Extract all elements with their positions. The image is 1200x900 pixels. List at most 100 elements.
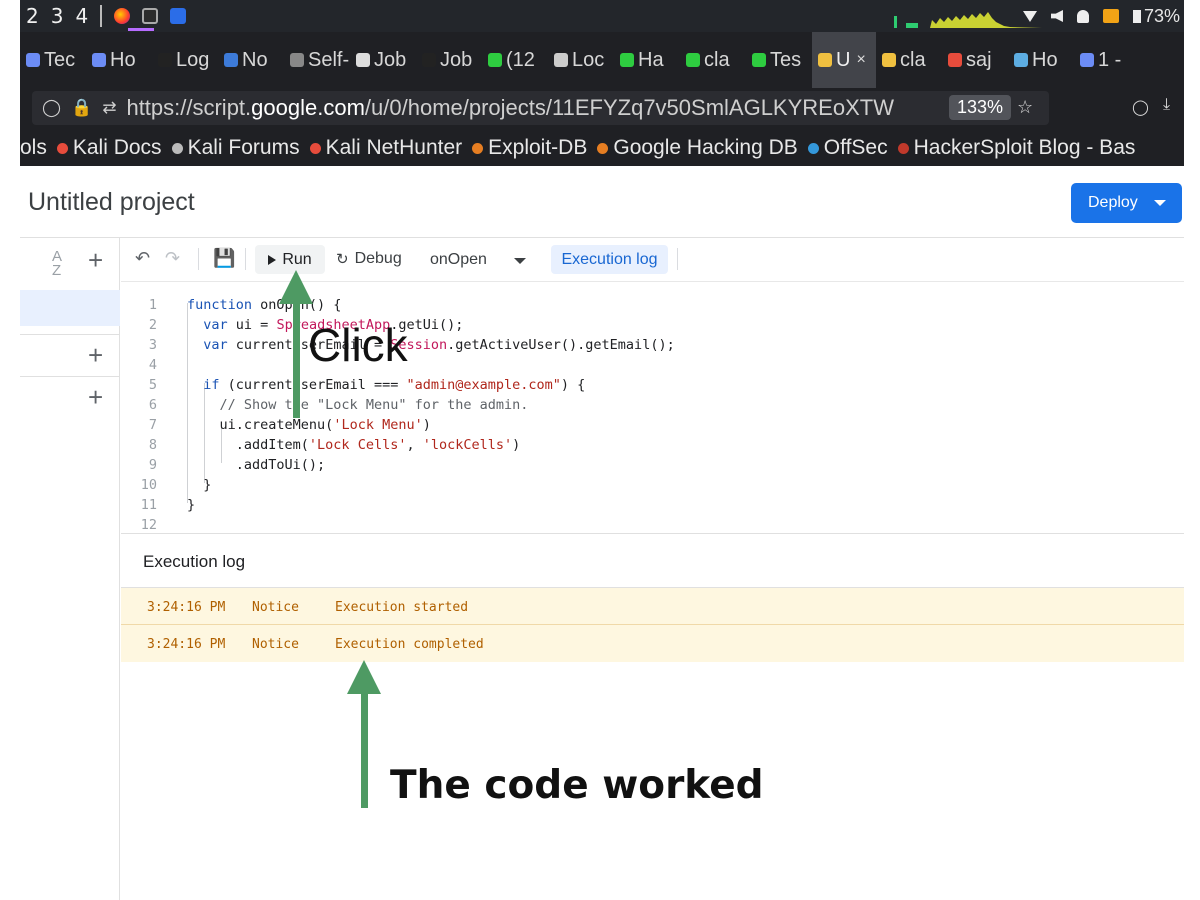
- bookmark-item[interactable]: Google Hacking DB: [597, 136, 798, 160]
- volume-icon[interactable]: [1050, 10, 1063, 22]
- log-row: 3:24:16 PM Notice Execution completed: [121, 625, 1184, 662]
- workspace-2[interactable]: 2: [20, 4, 45, 28]
- tab-favicon-icon: [92, 53, 106, 67]
- bookmark-item[interactable]: Kali Forums: [171, 136, 300, 160]
- tab-label: Ha: [638, 48, 664, 71]
- tab-label: Job: [440, 48, 473, 71]
- workspace-3[interactable]: 3: [45, 4, 70, 28]
- browser-tab[interactable]: Tes: [746, 32, 812, 88]
- deploy-button[interactable]: Deploy: [1071, 183, 1182, 223]
- browser-tab[interactable]: 1 -: [1074, 32, 1140, 88]
- battery-indicator[interactable]: 73%: [1132, 6, 1180, 27]
- function-select[interactable]: onOpen: [430, 251, 487, 269]
- browser-tab[interactable]: Ho: [86, 32, 152, 88]
- terminal-icon[interactable]: [142, 8, 159, 24]
- tab-favicon-icon: [818, 53, 832, 67]
- redo-icon[interactable]: ↷: [165, 248, 180, 269]
- screenshot-icon[interactable]: [1102, 9, 1119, 23]
- firefox-icon[interactable]: [114, 8, 131, 24]
- browser-tab[interactable]: Ha: [614, 32, 680, 88]
- bookmarks-bar: ols Kali Docs Kali Forums Kali NetHunter Exp…: [20, 130, 1184, 166]
- browser-tab[interactable]: Job: [350, 32, 416, 88]
- code-line[interactable]: }: [187, 477, 211, 493]
- bookmark-item[interactable]: ols: [20, 136, 47, 160]
- code-line[interactable]: .addToUi();: [187, 457, 325, 473]
- screenshot-root: 2 3 4 73% Tec Ho Log No Self- Job Job (12 Loc Ha c…: [0, 0, 1200, 900]
- browser-tab[interactable]: (12: [482, 32, 548, 88]
- sort-az-icon[interactable]: AZ: [52, 249, 62, 278]
- url-text[interactable]: https://script.google.com/u/0/home/proje…: [126, 95, 926, 121]
- code-line[interactable]: ui.createMenu('Lock Menu'): [187, 417, 431, 433]
- add-service-icon[interactable]: +: [88, 384, 103, 410]
- line-number: 9: [148, 457, 157, 473]
- code-line[interactable]: }: [187, 497, 195, 513]
- browser-tab[interactable]: Loc: [548, 32, 614, 88]
- bookmark-favicon-icon: [807, 142, 819, 154]
- address-bar[interactable]: ◯ 🔒 ⇄ https://script.google.com/u/0/home…: [32, 91, 1049, 125]
- bookmark-item[interactable]: OffSec: [807, 136, 888, 160]
- code-line[interactable]: var currentUserEmail = Session.getActive…: [187, 337, 674, 353]
- tab-label: Loc: [572, 48, 605, 71]
- shield-icon[interactable]: ◯: [42, 98, 61, 118]
- line-number: 6: [148, 397, 157, 413]
- tab-label: Tes: [770, 48, 802, 71]
- code-line[interactable]: .addItem('Lock Cells', 'lockCells'): [187, 437, 521, 453]
- tab-label: cla: [704, 48, 730, 71]
- browser-tab[interactable]: saj: [942, 32, 1008, 88]
- bookmark-item[interactable]: Kali NetHunter: [309, 136, 462, 160]
- bookmark-item[interactable]: HackerSploit Blog - Bas: [897, 136, 1135, 160]
- click-arrow-head: [279, 270, 313, 304]
- bookmark-item[interactable]: Exploit-DB: [472, 136, 587, 160]
- tab-label: No: [242, 48, 268, 71]
- code-line[interactable]: if (currentUserEmail === "admin@example.…: [187, 377, 585, 393]
- browser-tab[interactable]: Self-: [284, 32, 350, 88]
- code-line[interactable]: function onOpen() {: [187, 297, 341, 313]
- pocket-icon[interactable]: ◯: [1132, 98, 1149, 116]
- zoom-level-badge[interactable]: 133%: [949, 95, 1012, 120]
- add-file-icon[interactable]: +: [88, 247, 103, 273]
- app-launcher-icon[interactable]: [170, 8, 187, 24]
- code-editor[interactable]: 1function onOpen() {2 var ui = Spreadshe…: [121, 283, 1184, 533]
- execution-log-button[interactable]: Execution log: [551, 245, 668, 274]
- tab-label: saj: [966, 48, 992, 71]
- debug-label: Debug: [354, 250, 402, 267]
- code-line[interactable]: // Show the "Lock Menu" for the admin.: [187, 397, 529, 413]
- bookmark-star-icon[interactable]: ☆: [1017, 97, 1033, 118]
- browser-tab[interactable]: Tec: [20, 32, 86, 88]
- download-icon[interactable]: ⤓: [1163, 96, 1170, 114]
- add-library-icon[interactable]: +: [88, 342, 103, 368]
- network-icon[interactable]: [1022, 10, 1037, 22]
- save-icon[interactable]: 💾: [213, 248, 235, 269]
- browser-tab[interactable]: No: [218, 32, 284, 88]
- browser-tab[interactable]: cla: [680, 32, 746, 88]
- worked-arrow-shaft: [361, 690, 368, 808]
- log-message: Execution started: [335, 600, 469, 615]
- deploy-dropdown-icon[interactable]: [1154, 200, 1166, 206]
- tab-label: cla: [900, 48, 926, 71]
- undo-icon[interactable]: ↶: [135, 248, 150, 269]
- line-number: 8: [148, 437, 157, 453]
- line-number: 12: [140, 517, 157, 533]
- log-time: 3:24:16 PM: [147, 637, 226, 652]
- log-time: 3:24:16 PM: [147, 600, 226, 615]
- browser-tab[interactable]: Log: [152, 32, 218, 88]
- workspace-4[interactable]: 4: [69, 4, 94, 28]
- debug-button[interactable]: ↻ Debug: [336, 250, 402, 268]
- tab-favicon-icon: [620, 53, 634, 67]
- bookmark-favicon-icon: [472, 142, 484, 154]
- notification-icon[interactable]: [1076, 9, 1089, 23]
- tab-favicon-icon: [290, 53, 304, 67]
- bookmark-item[interactable]: Kali Docs: [56, 136, 162, 160]
- browser-tab[interactable]: U ×: [812, 32, 876, 88]
- browser-tab[interactable]: cla: [876, 32, 942, 88]
- browser-tab[interactable]: Ho: [1008, 32, 1074, 88]
- function-dropdown-icon[interactable]: [514, 258, 526, 264]
- permissions-icon[interactable]: ⇄: [102, 98, 116, 118]
- tab-favicon-icon: [158, 53, 172, 67]
- project-title[interactable]: Untitled project: [28, 188, 195, 217]
- lock-icon[interactable]: 🔒: [71, 98, 92, 118]
- selected-file-item[interactable]: [20, 290, 120, 326]
- cpu-graph-icon: [894, 12, 1042, 28]
- browser-tab[interactable]: Job: [416, 32, 482, 88]
- close-tab-icon[interactable]: ×: [856, 51, 865, 69]
